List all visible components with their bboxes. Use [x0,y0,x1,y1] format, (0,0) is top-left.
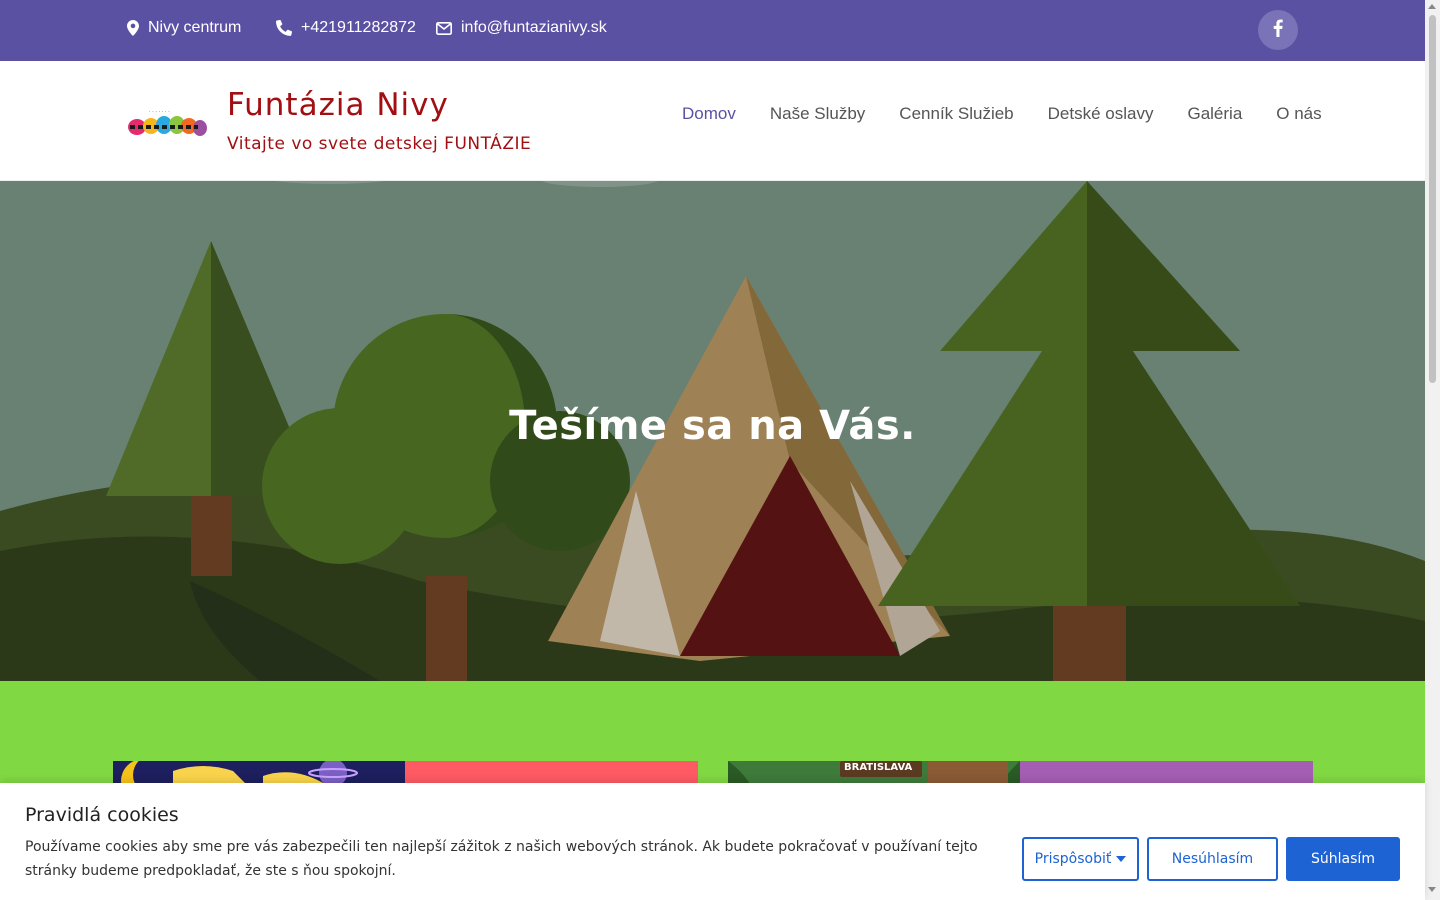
site-tagline: Vitajte vo svete detskej FUNTÁZIE [227,134,532,154]
cookie-text: Používame cookies aby sme pre vás zabezp… [25,839,978,879]
location-text: Nivy centrum [148,19,242,36]
scrollbar-thumb[interactable] [1429,15,1436,383]
nav-item-galeria[interactable]: Galéria [1187,104,1242,124]
scroll-up-arrow-icon[interactable] [1428,4,1436,9]
location-info[interactable]: Nivy centrum [127,19,241,37]
cookie-title: Pravidlá cookies [25,804,179,826]
facebook-button[interactable] [1258,10,1298,50]
site-logo[interactable]: · · · · · · · [127,105,207,139]
customize-button-label: Prispôsobiť [1034,851,1112,867]
facebook-icon [1273,18,1283,42]
nav-item-detske-oslavy[interactable]: Detské oslavy [1048,104,1154,124]
main-nav: Domov Naše Služby Cenník Služieb Detské … [682,104,1322,124]
site-header: · · · · · · · Funtázia Nivy Vitajte vo s… [0,61,1425,181]
card-image-badge: BRATISLAVA [844,762,913,773]
top-bar: Nivy centrum +421911282872 info@funtazia… [0,0,1425,61]
email-info[interactable]: info@funtazianivy.sk [436,19,607,37]
hero-banner: Tešíme sa na Vás. [0,181,1425,681]
nav-item-cennik-sluzieb[interactable]: Cenník Služieb [899,104,1013,124]
accept-button[interactable]: Súhlasím [1286,837,1400,881]
phone-text: +421911282872 [301,19,416,36]
cookie-banner: Pravidlá cookies Používame cookies aby s… [0,783,1425,900]
page-scrollbar[interactable] [1425,0,1440,900]
nav-item-domov[interactable]: Domov [682,104,736,124]
phone-info[interactable]: +421911282872 [276,19,416,37]
scroll-down-arrow-icon[interactable] [1428,887,1436,892]
phone-icon [276,20,292,36]
hero-title: Tešíme sa na Vás. [509,403,916,449]
svg-text:· · · · · · ·: · · · · · · · [149,109,170,115]
decline-button[interactable]: Nesúhlasím [1147,837,1278,881]
nav-item-nase-sluzby[interactable]: Naše Služby [770,104,865,124]
caret-down-icon [1116,856,1127,862]
nav-item-o-nas[interactable]: O nás [1276,104,1321,124]
site-title[interactable]: Funtázia Nivy [227,87,449,123]
customize-button[interactable]: Prispôsobiť [1022,837,1139,881]
envelope-icon [436,21,452,35]
map-marker-icon [127,20,139,36]
email-text: info@funtazianivy.sk [461,19,607,36]
